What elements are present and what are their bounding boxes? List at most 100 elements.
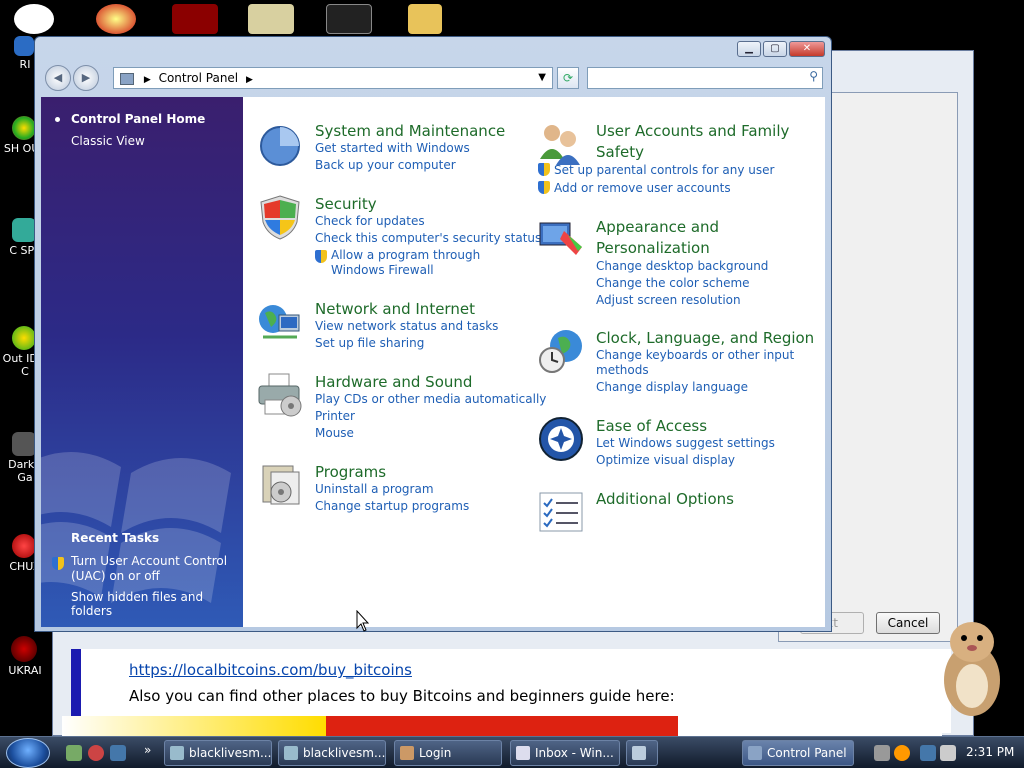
- taskbar-item[interactable]: [626, 740, 658, 766]
- bitcoin-link[interactable]: https://localbitcoins.com/buy_bitcoins: [129, 661, 412, 679]
- tray-search-icon[interactable]: [894, 745, 910, 761]
- category-title[interactable]: Additional Options: [596, 489, 734, 510]
- maximize-icon[interactable]: ▢: [763, 41, 787, 57]
- quicklaunch-icon[interactable]: [66, 745, 82, 761]
- hxd-icon[interactable]: [248, 4, 294, 34]
- category-title-line-2[interactable]: Safety: [596, 142, 644, 163]
- search-icon[interactable]: ⚲: [809, 69, 818, 83]
- quicklaunch-icon[interactable]: [88, 745, 104, 761]
- taskbar-item-control-panel[interactable]: Control Panel: [742, 740, 854, 766]
- printer-icon: [258, 373, 302, 417]
- tray-network-icon[interactable]: [920, 745, 936, 761]
- control-panel-icon: [120, 72, 134, 85]
- window-icon: [632, 746, 646, 760]
- category-link[interactable]: Set up file sharing: [315, 336, 424, 351]
- category-link[interactable]: Allow a program through Windows Firewall: [331, 248, 521, 278]
- clock[interactable]: 2:31 PM: [966, 745, 1014, 759]
- category-title[interactable]: Hardware and Sound: [315, 372, 472, 393]
- recent-task-uac[interactable]: Turn User Account Control (UAC) on or of…: [71, 554, 231, 584]
- taskbar-item[interactable]: Inbox - Win...: [510, 740, 620, 766]
- control-panel-window[interactable]: ▁ ▢ ✕ ◀ ▶ ▶ Control Panel ▶ ▼ ⟳ ⚲ Contro…: [34, 36, 832, 632]
- address-dropdown-icon[interactable]: ▼: [538, 68, 546, 88]
- taskbar-item[interactable]: Login: [394, 740, 502, 766]
- network-globe-icon: [259, 305, 300, 339]
- breadcrumb-chevron-icon[interactable]: ▶: [246, 75, 253, 85]
- control-panel-icon: [748, 746, 762, 760]
- caption-buttons: ▁ ▢ ✕: [737, 41, 825, 57]
- category-link[interactable]: Change display language: [596, 380, 748, 395]
- ease-of-access-icon: [539, 417, 583, 461]
- banner-strip: [62, 716, 942, 736]
- mail-icon: [516, 746, 530, 760]
- category-title[interactable]: Appearance and: [596, 217, 719, 238]
- sidebar-item-classic-view[interactable]: Classic View: [71, 134, 145, 148]
- users-icon: [540, 125, 580, 165]
- category-title[interactable]: Ease of Access: [596, 416, 707, 437]
- page-text: Also you can find other places to buy Bi…: [129, 687, 675, 705]
- category-title[interactable]: System and Maintenance: [315, 121, 505, 142]
- back-button[interactable]: ◀: [45, 65, 71, 91]
- close-icon[interactable]: ✕: [789, 41, 825, 57]
- category-link[interactable]: Let Windows suggest settings: [596, 436, 775, 451]
- uac-shield-icon: [538, 163, 550, 176]
- category-link[interactable]: Change the color scheme: [596, 276, 750, 291]
- desktop-icon[interactable]: UKRAI: [0, 636, 50, 677]
- refresh-button[interactable]: ⟳: [557, 67, 579, 89]
- category-title[interactable]: Security: [315, 194, 377, 215]
- category-link[interactable]: Set up parental controls for any user: [554, 163, 774, 178]
- category-title[interactable]: Network and Internet: [315, 299, 475, 320]
- start-button[interactable]: [6, 738, 50, 768]
- search-input[interactable]: ⚲: [587, 67, 823, 89]
- category-link[interactable]: Back up your computer: [315, 158, 456, 173]
- tray-icon[interactable]: [874, 745, 890, 761]
- cancel-button[interactable]: Cancel: [876, 612, 940, 634]
- category-link[interactable]: Check for updates: [315, 214, 425, 229]
- category-title[interactable]: User Accounts and Family: [596, 121, 789, 142]
- top-icon-1[interactable]: [14, 4, 54, 34]
- window-icon: [170, 746, 184, 760]
- category-link[interactable]: Change startup programs: [315, 499, 469, 514]
- flash-icon[interactable]: [172, 4, 218, 34]
- uac-shield-icon: [538, 181, 550, 194]
- address-bar[interactable]: ▶ Control Panel ▶ ▼: [113, 67, 553, 89]
- taskbar: » blacklivesm... blacklivesm... Login In…: [0, 736, 1024, 768]
- hamster-mascot: [944, 622, 1000, 716]
- category-link[interactable]: Printer: [315, 409, 355, 424]
- category-link[interactable]: Adjust screen resolution: [596, 293, 741, 308]
- category-link[interactable]: Check this computer's security status: [315, 231, 541, 246]
- minimize-icon[interactable]: ▁: [737, 41, 761, 57]
- category-title-line-2[interactable]: Personalization: [596, 238, 710, 259]
- checklist-icon: [539, 492, 583, 532]
- more-chevron-icon[interactable]: »: [144, 743, 151, 757]
- top-icon-2[interactable]: [96, 4, 136, 34]
- category-title[interactable]: Programs: [315, 462, 386, 483]
- terminal-icon[interactable]: [326, 4, 372, 34]
- volume-icon[interactable]: [940, 745, 956, 761]
- category-link[interactable]: Add or remove user accounts: [554, 181, 731, 196]
- category-link[interactable]: methods: [596, 363, 649, 378]
- sidebar: Control Panel Home Classic View Recent T…: [41, 97, 243, 627]
- navigation-bar: ◀ ▶ ▶ Control Panel ▶ ▼ ⟳ ⚲: [43, 65, 823, 91]
- category-link[interactable]: Uninstall a program: [315, 482, 434, 497]
- forward-button[interactable]: ▶: [73, 65, 99, 91]
- folder-icon[interactable]: [408, 4, 442, 34]
- breadcrumb-control-panel[interactable]: Control Panel: [159, 71, 239, 85]
- security-shield-icon: [260, 195, 300, 240]
- category-title[interactable]: Clock, Language, and Region: [596, 328, 814, 349]
- category-link[interactable]: View network status and tasks: [315, 319, 498, 334]
- system-tray: 2:31 PM: [868, 737, 1024, 768]
- quicklaunch-icon[interactable]: [110, 745, 126, 761]
- category-link[interactable]: Change keyboards or other input: [596, 348, 794, 363]
- category-link[interactable]: Play CDs or other media automatically: [315, 392, 546, 407]
- taskbar-item[interactable]: blacklivesm...: [164, 740, 272, 766]
- category-link[interactable]: Change desktop background: [596, 259, 768, 274]
- breadcrumb-separator-icon: ▶: [143, 75, 151, 85]
- mouse-cursor-icon: [356, 610, 370, 632]
- taskbar-item[interactable]: blacklivesm...: [278, 740, 386, 766]
- category-link[interactable]: Mouse: [315, 426, 354, 441]
- window-icon: [284, 746, 298, 760]
- category-link[interactable]: Get started with Windows: [315, 141, 470, 156]
- sidebar-item-control-panel-home[interactable]: Control Panel Home: [71, 112, 205, 126]
- category-link[interactable]: Optimize visual display: [596, 453, 735, 468]
- recent-task-hidden-files[interactable]: Show hidden files and folders: [71, 590, 243, 618]
